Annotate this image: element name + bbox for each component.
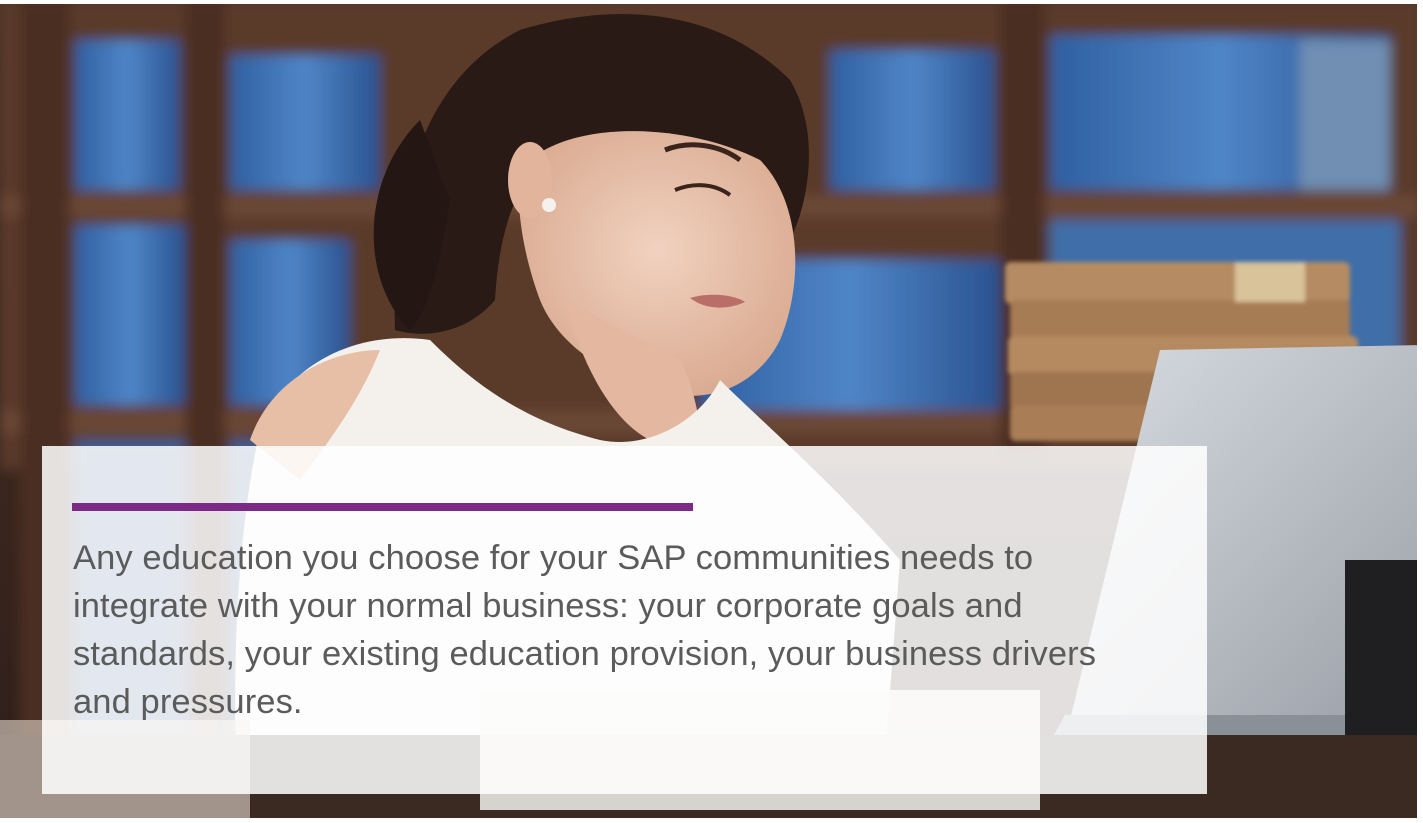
top-border xyxy=(0,0,1423,4)
right-border xyxy=(1417,0,1423,823)
bottom-border xyxy=(0,818,1423,823)
accent-rule xyxy=(72,503,693,511)
caption-text: Any education you choose for your SAP co… xyxy=(73,539,1097,721)
caption-panel: Any education you choose for your SAP co… xyxy=(42,446,1207,794)
